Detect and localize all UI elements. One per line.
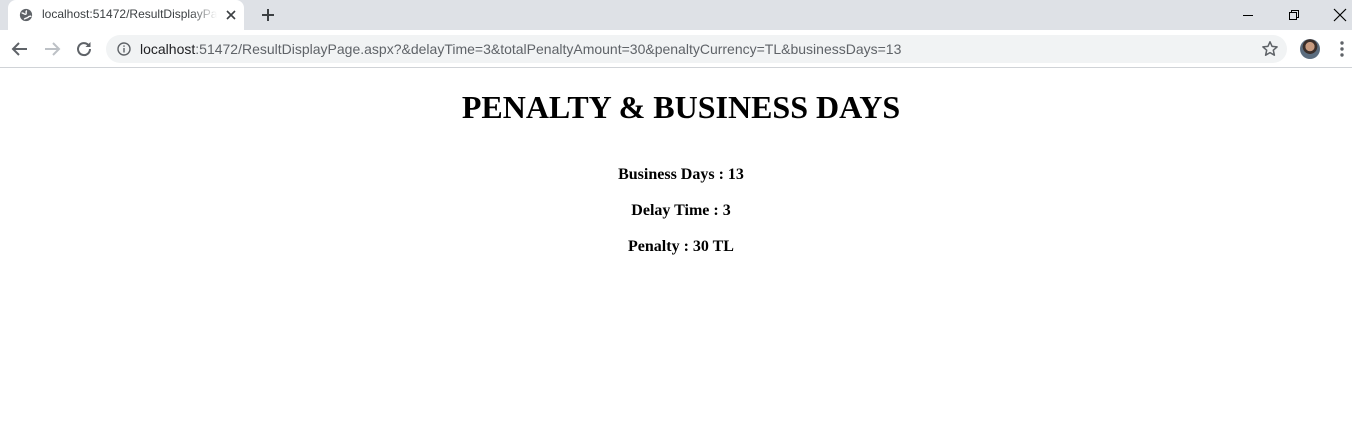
- globe-icon: [19, 8, 33, 22]
- browser-toolbar: localhost:51472/ResultDisplayPage.aspx?&…: [0, 30, 1352, 68]
- tab-strip: localhost:51472/ResultDisplayPage.aspx: [0, 0, 1352, 30]
- back-button[interactable]: [9, 38, 31, 60]
- forward-arrow-icon: [45, 42, 61, 56]
- address-bar[interactable]: localhost:51472/ResultDisplayPage.aspx?&…: [106, 35, 1287, 63]
- info-icon[interactable]: [117, 42, 131, 56]
- tab-title: localhost:51472/ResultDisplayPage.aspx: [42, 7, 217, 21]
- business-days-text: Business Days : 13: [618, 166, 744, 183]
- page-content: PENALTY & BUSINESS DAYS Business Days : …: [0, 68, 1352, 433]
- restore-icon: [1289, 10, 1299, 20]
- window-close-icon: [1333, 8, 1347, 22]
- minimize-button[interactable]: [1225, 0, 1271, 30]
- restore-button[interactable]: [1271, 0, 1317, 30]
- new-tab-plus-icon[interactable]: [259, 6, 277, 24]
- minimize-icon: [1243, 15, 1253, 16]
- avatar[interactable]: [1300, 39, 1320, 59]
- reload-button[interactable]: [73, 38, 95, 60]
- star-icon[interactable]: [1261, 40, 1279, 58]
- reload-icon: [77, 42, 92, 57]
- kebab-menu-icon[interactable]: [1334, 40, 1350, 58]
- delay-time-text: Delay Time : 3: [631, 202, 731, 219]
- back-arrow-icon: [11, 42, 27, 56]
- browser-tab[interactable]: localhost:51472/ResultDisplayPage.aspx: [8, 0, 244, 30]
- penalty-text: Penalty : 30 TL: [628, 238, 734, 255]
- page-title: PENALTY & BUSINESS DAYS: [461, 89, 901, 125]
- close-icon[interactable]: [224, 8, 238, 22]
- url-path: :51472/ResultDisplayPage.aspx?&delayTime…: [195, 41, 902, 57]
- url-host: localhost: [140, 41, 196, 57]
- window-close-button[interactable]: [1317, 0, 1352, 30]
- forward-button[interactable]: [41, 38, 63, 60]
- url-text[interactable]: localhost:51472/ResultDisplayPage.aspx?&…: [140, 41, 901, 57]
